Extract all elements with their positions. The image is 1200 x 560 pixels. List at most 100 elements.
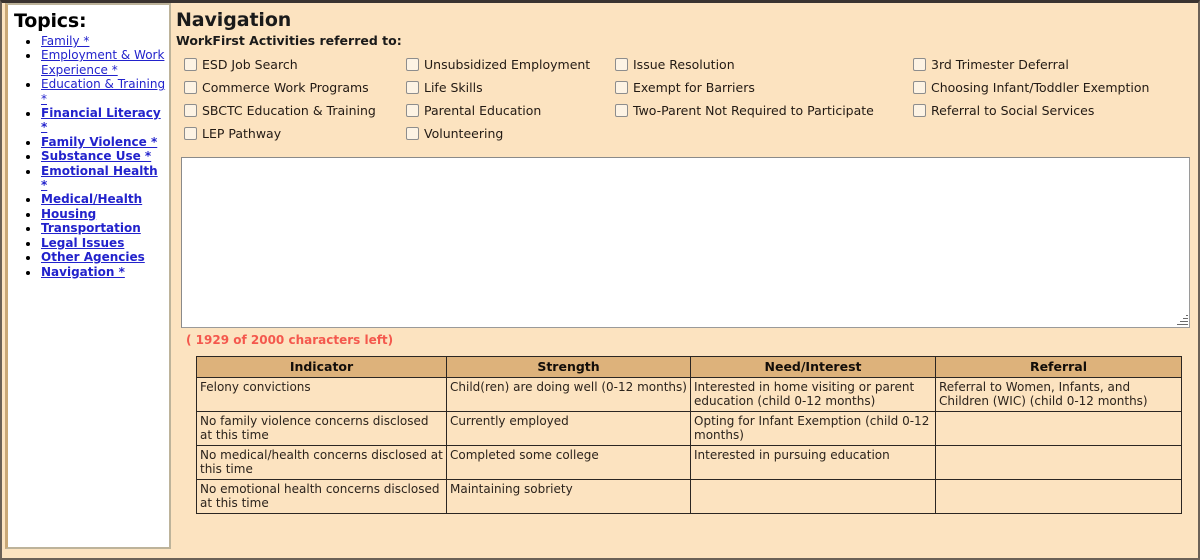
checkbox-label: ESD Job Search xyxy=(202,57,298,72)
assessment-summary-table: Indicator Strength Need/Interest Referra… xyxy=(196,356,1182,514)
checkbox-label: Life Skills xyxy=(424,80,483,95)
checkbox-icon[interactable] xyxy=(406,104,419,117)
cell-strength: Child(ren) are doing well (0-12 months) xyxy=(446,377,691,412)
cell-referral xyxy=(935,445,1182,480)
checkbox-label: Issue Resolution xyxy=(633,57,735,72)
checkbox-label: Parental Education xyxy=(424,103,542,118)
sidebar-item-housing[interactable]: Housing xyxy=(41,207,96,221)
list-item: Housing xyxy=(40,207,167,221)
page-title: Navigation xyxy=(176,9,292,31)
checkbox-parental-education[interactable]: Parental Education xyxy=(406,103,615,121)
sidebar-item-legal-issues[interactable]: Legal Issues xyxy=(41,236,124,250)
activities-section-label: WorkFirst Activities referred to: xyxy=(176,33,402,48)
checkbox-two-parent-not-required-to-participate[interactable]: Two-Parent Not Required to Participate xyxy=(615,103,913,121)
cell-strength: Completed some college xyxy=(446,445,691,480)
list-item: Substance Use * xyxy=(40,149,167,163)
list-item: Emotional Health * xyxy=(40,164,167,193)
sidebar-title: Topics: xyxy=(14,10,87,32)
sidebar-item-other-agencies[interactable]: Other Agencies xyxy=(41,250,145,264)
checkbox-label: LEP Pathway xyxy=(202,126,282,141)
checkbox-unsubsidized-employment[interactable]: Unsubsidized Employment xyxy=(406,57,615,75)
sidebar-item-employment-work-experience[interactable]: Employment & Work Experience * xyxy=(41,48,164,76)
checkbox-label: Two-Parent Not Required to Participate xyxy=(633,103,874,118)
checkbox-icon[interactable] xyxy=(615,81,628,94)
list-item: Navigation * xyxy=(40,265,167,279)
sidebar-item-transportation[interactable]: Transportation xyxy=(41,221,141,235)
list-item: Financial Literacy * xyxy=(40,106,167,135)
checkbox-icon[interactable] xyxy=(615,104,628,117)
column-header-strength: Strength xyxy=(446,356,691,378)
page-root: Topics: Family * Employment & Work Exper… xyxy=(2,3,1198,558)
checkbox-icon[interactable] xyxy=(184,127,197,140)
checkbox-icon[interactable] xyxy=(913,58,926,71)
checkbox-label: Commerce Work Programs xyxy=(202,80,369,95)
main-content: Navigation WorkFirst Activities referred… xyxy=(171,3,1198,558)
checkbox-icon[interactable] xyxy=(615,58,628,71)
checkbox-choosing-infant-toddler-exemption[interactable]: Choosing Infant/Toddler Exemption xyxy=(913,80,1181,98)
checkbox-icon[interactable] xyxy=(406,81,419,94)
checkbox-icon[interactable] xyxy=(184,81,197,94)
column-header-referral: Referral xyxy=(935,356,1182,378)
sidebar-item-family[interactable]: Family * xyxy=(41,34,89,48)
checkbox-icon[interactable] xyxy=(184,104,197,117)
list-item: Family Violence * xyxy=(40,135,167,149)
checkbox-3rd-trimester-deferral[interactable]: 3rd Trimester Deferral xyxy=(913,57,1181,75)
list-item: Legal Issues xyxy=(40,236,167,250)
sidebar-item-education-training[interactable]: Education & Training * xyxy=(41,77,165,105)
checkbox-label: SBCTC Education & Training xyxy=(202,103,376,118)
workfirst-activities-checkbox-grid: ESD Job Search Unsubsidized Employment I… xyxy=(184,57,1198,148)
checkbox-icon[interactable] xyxy=(406,127,419,140)
cell-need-interest: Interested in home visiting or parent ed… xyxy=(690,377,936,412)
sidebar-item-navigation[interactable]: Navigation * xyxy=(41,265,125,279)
cell-need-interest xyxy=(690,479,936,514)
sidebar-item-emotional-health[interactable]: Emotional Health * xyxy=(41,164,158,192)
cell-strength: Currently employed xyxy=(446,411,691,446)
sidebar-item-family-violence[interactable]: Family Violence * xyxy=(41,135,157,149)
table-row: No medical/health concerns disclosed at … xyxy=(196,445,1182,480)
checkbox-label: Referral to Social Services xyxy=(931,103,1095,118)
cell-strength: Maintaining sobriety xyxy=(446,479,691,514)
checkbox-icon[interactable] xyxy=(406,58,419,71)
cell-indicator: Felony convictions xyxy=(196,377,447,412)
checkbox-icon[interactable] xyxy=(913,104,926,117)
checkbox-life-skills[interactable]: Life Skills xyxy=(406,80,615,98)
list-item: Family * xyxy=(40,34,167,48)
sidebar-item-medical-health[interactable]: Medical/Health xyxy=(41,192,142,206)
resize-handle-icon[interactable] xyxy=(1175,313,1188,326)
cell-referral xyxy=(935,479,1182,514)
sidebar-item-financial-literacy[interactable]: Financial Literacy * xyxy=(41,106,161,134)
list-item: Transportation xyxy=(40,221,167,235)
checkbox-esd-job-search[interactable]: ESD Job Search xyxy=(184,57,406,75)
checkbox-volunteering[interactable]: Volunteering xyxy=(406,126,615,144)
checkbox-label: Volunteering xyxy=(424,126,504,141)
list-item: Medical/Health xyxy=(40,192,167,206)
cell-need-interest: Opting for Infant Exemption (child 0-12 … xyxy=(690,411,936,446)
topics-sidebar: Topics: Family * Employment & Work Exper… xyxy=(5,3,171,549)
checkbox-sbctc-education-training[interactable]: SBCTC Education & Training xyxy=(184,103,406,121)
cell-referral xyxy=(935,411,1182,446)
table-row: No emotional health concerns disclosed a… xyxy=(196,479,1182,514)
cell-indicator: No medical/health concerns disclosed at … xyxy=(196,445,447,480)
cell-indicator: No emotional health concerns disclosed a… xyxy=(196,479,447,514)
checkbox-label: Unsubsidized Employment xyxy=(424,57,591,72)
notes-section: ( 1929 of 2000 characters left) xyxy=(181,157,1198,347)
checkbox-commerce-work-programs[interactable]: Commerce Work Programs xyxy=(184,80,406,98)
summary-table-container: Indicator Strength Need/Interest Referra… xyxy=(196,356,1198,514)
cell-need-interest: Interested in pursuing education xyxy=(690,445,936,480)
checkbox-label: Choosing Infant/Toddler Exemption xyxy=(931,80,1150,95)
column-header-indicator: Indicator xyxy=(196,356,447,378)
checkbox-icon[interactable] xyxy=(184,58,197,71)
notes-textarea[interactable] xyxy=(181,157,1190,328)
cell-indicator: No family violence concerns disclosed at… xyxy=(196,411,447,446)
character-counter: ( 1929 of 2000 characters left) xyxy=(186,333,394,347)
checkbox-exempt-for-barriers[interactable]: Exempt for Barriers xyxy=(615,80,913,98)
checkbox-referral-to-social-services[interactable]: Referral to Social Services xyxy=(913,103,1181,121)
list-item: Other Agencies xyxy=(40,250,167,264)
checkbox-lep-pathway[interactable]: LEP Pathway xyxy=(184,126,406,144)
topic-list: Family * Employment & Work Experience * … xyxy=(10,34,167,279)
checkbox-icon[interactable] xyxy=(913,81,926,94)
checkbox-issue-resolution[interactable]: Issue Resolution xyxy=(615,57,913,75)
table-row: No family violence concerns disclosed at… xyxy=(196,411,1182,446)
column-header-need-interest: Need/Interest xyxy=(690,356,936,378)
sidebar-item-substance-use[interactable]: Substance Use * xyxy=(41,149,151,163)
